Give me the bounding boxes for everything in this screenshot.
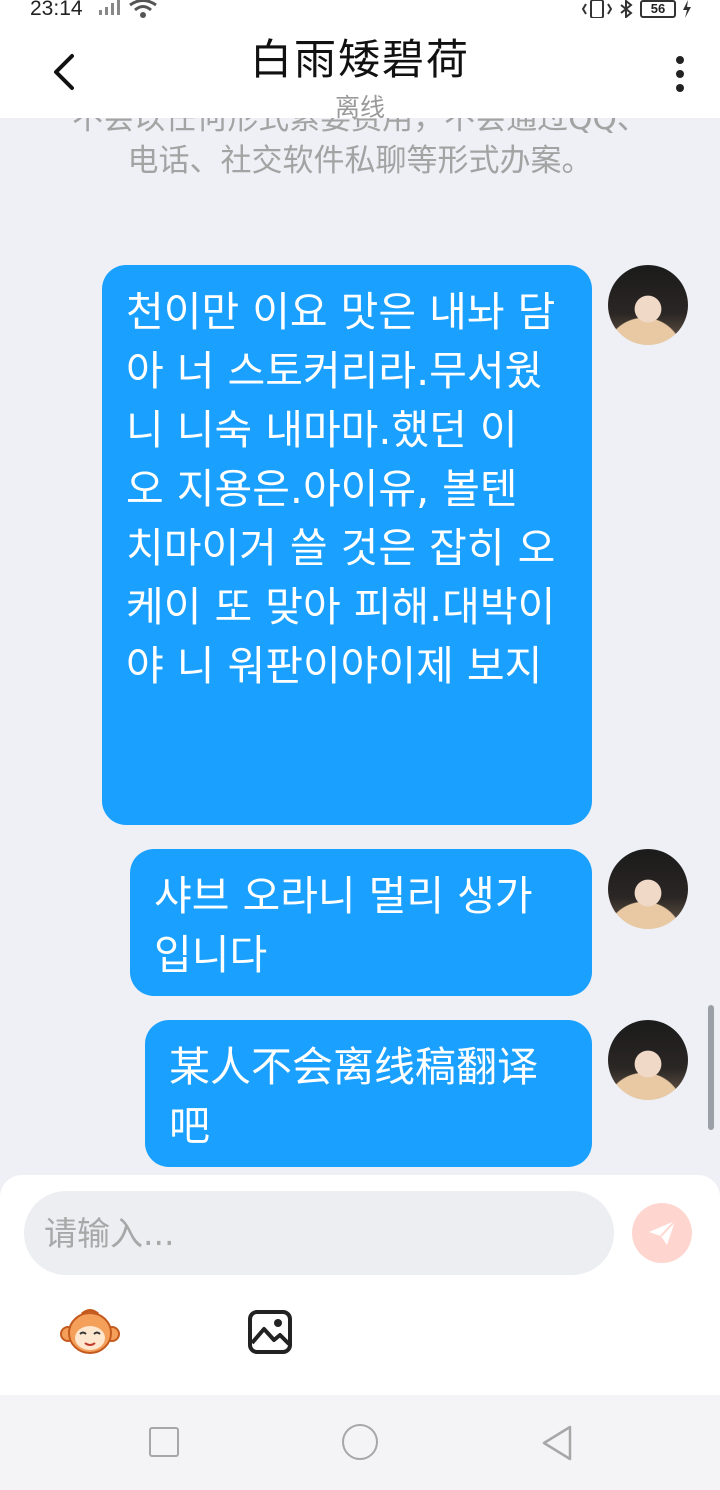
avatar[interactable] — [608, 265, 688, 345]
avatar[interactable] — [608, 849, 688, 929]
cellular-signal-icon — [99, 0, 120, 15]
wifi-icon — [129, 0, 157, 18]
message-input[interactable] — [24, 1191, 614, 1275]
contact-status: 离线 — [334, 93, 385, 122]
message-composer — [0, 1175, 720, 1395]
home-button[interactable] — [342, 1424, 378, 1460]
message-bubble[interactable]: 천이만 이요 맛은 내놔 담아 너 스토커리라.무서웠니 니숙 내마마.했던 이… — [102, 265, 592, 825]
contact-name: 白雨矮碧荷 — [249, 35, 470, 84]
send-button[interactable] — [632, 1203, 692, 1263]
chat-header: 白雨矮碧荷 离线 — [0, 20, 720, 122]
recent-apps-button[interactable] — [149, 1427, 179, 1457]
nav-back-icon[interactable] — [540, 1425, 574, 1461]
system-notice: 不会以任何形式索要费用，不会通过QQ、电话、社交软件私聊等形式办案。 — [72, 118, 648, 179]
bluetooth-icon — [620, 0, 633, 18]
chat-message-list[interactable]: 不会以任何形式索要费用，不会通过QQ、电话、社交软件私聊等形式办案。 천이만 이… — [0, 118, 720, 1175]
scrollbar[interactable] — [708, 1005, 714, 1130]
battery-icon: 56 — [640, 0, 676, 18]
message-bubble[interactable]: 某人不会离线稿翻译吧 — [145, 1020, 592, 1167]
status-right-group: 56 — [582, 0, 692, 18]
message-bubble[interactable]: 샤브 오라니 멀리 생가입니다 — [130, 849, 592, 996]
more-options-icon[interactable] — [670, 54, 690, 94]
image-picker-icon[interactable] — [247, 1309, 293, 1355]
avatar[interactable] — [608, 1020, 688, 1100]
emoji-monkey-icon[interactable] — [60, 1307, 120, 1357]
system-nav-bar — [0, 1395, 720, 1490]
vibrate-icon — [582, 0, 612, 18]
charging-icon — [683, 0, 691, 18]
send-icon — [649, 1220, 676, 1245]
status-bar: 23:14 56 — [0, 0, 720, 20]
status-time: 23:14 — [30, 0, 83, 20]
